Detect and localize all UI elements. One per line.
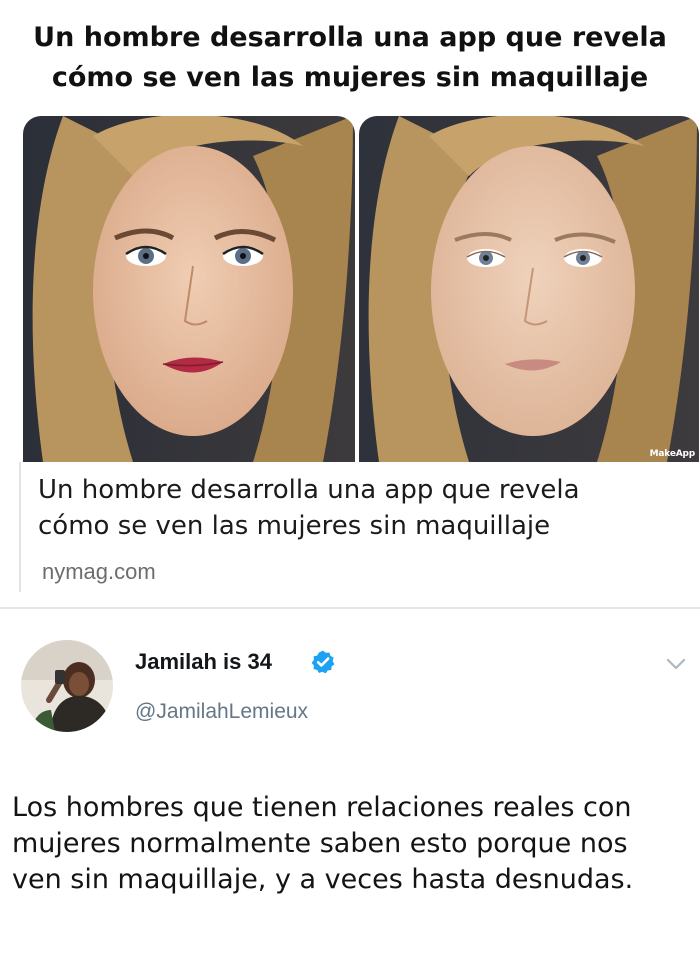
card-text-area: Un hombre desarrolla una app que revela … [19,462,700,592]
avatar[interactable] [21,640,113,732]
meme-title: Un hombre desarrolla una app que revela … [33,22,667,93]
verified-badge-icon [311,650,335,674]
woman-with-makeup-photo [23,116,355,462]
tweet-header: Jamilah is 34 @JamilahLemieux [0,609,700,759]
makeapp-watermark: MakeApp [649,449,696,459]
user-handle[interactable]: @JamilahLemieux [135,700,308,724]
woman-without-makeup-photo: MakeApp [359,116,699,462]
chevron-down-icon[interactable] [665,657,687,671]
display-name[interactable]: Jamilah is 34 [135,649,272,675]
card-domain: nymag.com [42,559,156,584]
link-preview-card[interactable]: MakeApp Un hombre desarrolla una app que… [19,116,700,606]
card-headline[interactable]: Un hombre desarrolla una app que revela … [38,472,678,544]
tweet-text: Los hombres que tienen relaciones reales… [12,792,634,895]
